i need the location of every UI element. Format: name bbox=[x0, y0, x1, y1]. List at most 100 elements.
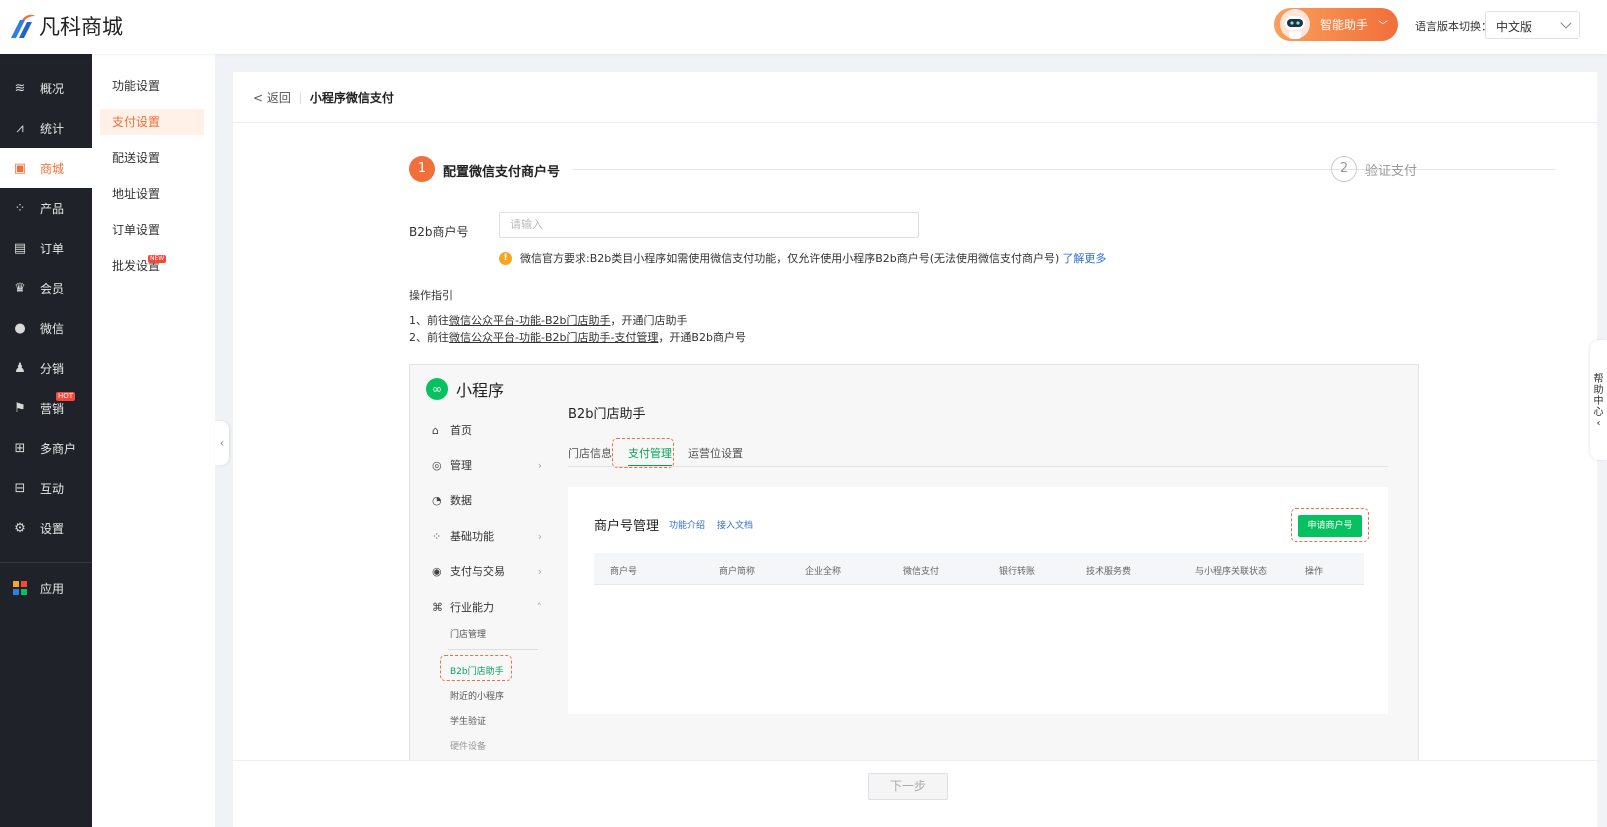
sidebar-item-stats[interactable]: ⩘ 统计 bbox=[0, 108, 92, 148]
logo-text: 凡科商城 bbox=[39, 15, 123, 39]
smart-assistant-label: 智能助手 bbox=[1320, 18, 1369, 32]
mp-nav-payment: ◉ 支付与交易 › bbox=[432, 563, 542, 579]
sidebar-item-settings[interactable]: ⚙ 设置 bbox=[0, 508, 92, 548]
sidebar-item-members[interactable]: ♛ 会员 bbox=[0, 268, 92, 308]
merchant-id-input[interactable] bbox=[499, 212, 919, 238]
guide-title: 操作指引 bbox=[409, 289, 453, 302]
merchant-id-label: B2b商户号 bbox=[409, 225, 469, 239]
mp-nav-label: 行业能力 bbox=[450, 601, 494, 614]
sidebar-item-label: 设置 bbox=[40, 521, 65, 536]
mp-section-title: B2b门店助手 bbox=[568, 407, 646, 422]
subnav-item-address[interactable]: 地址设置 bbox=[100, 181, 204, 207]
sidebar-item-overview[interactable]: ≋ 概况 bbox=[0, 68, 92, 108]
mp-tab-divider bbox=[568, 466, 1388, 467]
sidebar-item-products[interactable]: ⁘ 产品 bbox=[0, 188, 92, 228]
settings-icon: ◎ bbox=[432, 458, 442, 472]
subnav-item-function[interactable]: 功能设置 bbox=[100, 73, 204, 99]
guide-text: 2、前往 bbox=[409, 331, 449, 344]
sidebar-item-orders[interactable]: ▤ 订单 bbox=[0, 228, 92, 268]
chevron-left-icon: ‹ bbox=[1596, 418, 1601, 429]
help-center-tab[interactable]: 帮助中心 ‹ bbox=[1590, 340, 1607, 460]
step-1-indicator: 1 bbox=[409, 156, 435, 182]
guide-link-2[interactable]: 微信公众平台-功能-B2b门店助手-支付管理 bbox=[449, 331, 658, 344]
language-select[interactable]: 中文版 bbox=[1485, 11, 1580, 39]
sidebar-item-label: 多商户 bbox=[40, 441, 77, 456]
modules-icon: ⁘ bbox=[432, 529, 442, 543]
guide-link-1[interactable]: 微信公众平台-功能-B2b门店助手 bbox=[449, 314, 610, 327]
top-bar: 凡科商城 智能助手 ﹀ 语言版本切换： 中文版 bbox=[0, 0, 1607, 54]
step-1-label: 配置微信支付商户号 bbox=[443, 165, 561, 180]
mp-col: 商户号 bbox=[610, 567, 638, 577]
chevron-right-icon: › bbox=[537, 529, 542, 543]
mp-sub-divider bbox=[448, 649, 538, 650]
mp-nav-label: 数据 bbox=[450, 494, 472, 507]
language-label: 语言版本切换： bbox=[1415, 20, 1492, 33]
sidebar-item-interaction[interactable]: ⊟ 互动 bbox=[0, 468, 92, 508]
footer-bar: 下一步 bbox=[233, 760, 1597, 827]
smart-assistant-button[interactable]: 智能助手 ﹀ bbox=[1274, 8, 1398, 41]
mp-table-header: 商户号 商户简称 企业全称 微信支付 银行转账 技术服务费 与小程序关联状态 操… bbox=[594, 553, 1364, 585]
mp-panel-link-intro: 功能介绍 bbox=[669, 521, 706, 531]
subnav-item-delivery[interactable]: 配送设置 bbox=[100, 145, 204, 171]
mp-sub-store: 门店管理 bbox=[450, 630, 487, 640]
miniprogram-brand: ∞ 小程序 bbox=[426, 377, 504, 401]
settings-subnav: 功能设置 支付设置 配送设置 地址设置 订单设置 批发设置 NEW bbox=[92, 54, 215, 827]
sidebar-item-label: 营销 bbox=[40, 401, 65, 416]
new-badge: NEW bbox=[148, 255, 167, 263]
chevron-down-icon: ﹀ bbox=[1378, 21, 1389, 32]
gear-icon: ⚙ bbox=[14, 520, 26, 536]
collapse-subnav-button[interactable]: ‹ bbox=[215, 421, 229, 465]
subnav-item-wholesale[interactable]: 批发设置 NEW bbox=[100, 253, 204, 279]
highlight-box bbox=[612, 438, 674, 468]
step-2-label: 验证支付 bbox=[1365, 164, 1418, 179]
notice-text: 微信官方要求:B2b类目小程序如需使用微信支付功能，仅允许使用小程序B2b商户号… bbox=[520, 252, 1060, 265]
home-icon: ⌂ bbox=[432, 423, 439, 437]
subnav-item-order[interactable]: 订单设置 bbox=[100, 217, 204, 243]
colorful-apps-icon bbox=[12, 580, 28, 596]
mp-nav-manage: ◎ 管理 › bbox=[432, 457, 542, 473]
mp-col: 微信支付 bbox=[903, 567, 940, 577]
breadcrumb-divider bbox=[299, 91, 301, 104]
pie-icon: ◔ bbox=[432, 493, 442, 507]
next-step-button[interactable]: 下一步 bbox=[868, 773, 948, 800]
sidebar-item-apps[interactable]: 应用 bbox=[0, 568, 92, 608]
requirement-notice: ! 微信官方要求:B2b类目小程序如需使用微信支付功能，仅允许使用小程序B2b商… bbox=[499, 250, 1106, 266]
pay-icon: ◉ bbox=[432, 564, 442, 578]
sidebar-item-multi-merchant[interactable]: ⊞ 多商户 bbox=[0, 428, 92, 468]
sidebar-item-label: 会员 bbox=[40, 281, 65, 296]
guide-step-2: 2、前往微信公众平台-功能-B2b门店助手-支付管理，开通B2b商户号 bbox=[409, 329, 746, 345]
sidebar-item-label: 产品 bbox=[40, 201, 65, 216]
chevron-left-icon: ‹ bbox=[219, 436, 225, 450]
language-value: 中文版 bbox=[1496, 20, 1533, 34]
grid-icon: ⁘ bbox=[14, 200, 26, 216]
mp-nav-industry: ⌘ 行业能力 ˄ bbox=[432, 599, 542, 615]
mp-col: 技术服务费 bbox=[1086, 567, 1132, 577]
layers-icon: ≋ bbox=[14, 80, 26, 96]
guide-screenshot: ∞ 小程序 ⌂ 首页 ◎ 管理 › ◔ 数据 ⁘ 基础功能 › ◉ 支付与交易 › ⌘ 行业能力 ˄… bbox=[409, 364, 1419, 779]
sidebar-item-label: 商城 bbox=[40, 161, 65, 176]
subnav-item-payment[interactable]: 支付设置 bbox=[100, 109, 204, 135]
chevron-down-icon bbox=[1560, 17, 1572, 29]
guide-text: ，开通门店助手 bbox=[610, 314, 688, 327]
industry-icon: ⌘ bbox=[432, 600, 443, 614]
sidebar-item-label: 应用 bbox=[40, 581, 65, 596]
robot-avatar-icon bbox=[1280, 9, 1310, 39]
back-link[interactable]: < 返回 bbox=[253, 89, 291, 106]
logo[interactable]: 凡科商城 bbox=[8, 10, 123, 42]
shop-icon: ▣ bbox=[13, 160, 27, 176]
header-divider bbox=[233, 122, 1597, 123]
mp-nav-home: ⌂ 首页 bbox=[432, 422, 542, 438]
mp-tab-ops: 运营位设置 bbox=[688, 447, 743, 460]
store-icon: ⊞ bbox=[14, 440, 26, 456]
main-sidebar: ≋ 概况 ⩘ 统计 ▣ 商城 ⁘ 产品 ▤ 订单 ♛ 会员 ● 微信 ♟ 分销 … bbox=[0, 54, 92, 827]
warning-icon: ! bbox=[499, 251, 512, 265]
learn-more-link[interactable]: 了解更多 bbox=[1062, 250, 1106, 266]
mp-col: 商户简称 bbox=[719, 567, 756, 577]
sidebar-item-label: 订单 bbox=[40, 241, 65, 256]
sidebar-item-distribution[interactable]: ♟ 分销 bbox=[0, 348, 92, 388]
sidebar-item-shop[interactable]: ▣ 商城 bbox=[0, 148, 92, 188]
guide-step-1: 1、前往微信公众平台-功能-B2b门店助手，开通门店助手 bbox=[409, 312, 687, 328]
page-title: 小程序微信支付 bbox=[309, 91, 394, 105]
sidebar-item-marketing[interactable]: ⚑ 营销 HOT bbox=[0, 388, 92, 428]
sidebar-item-wechat[interactable]: ● 微信 bbox=[0, 308, 92, 348]
